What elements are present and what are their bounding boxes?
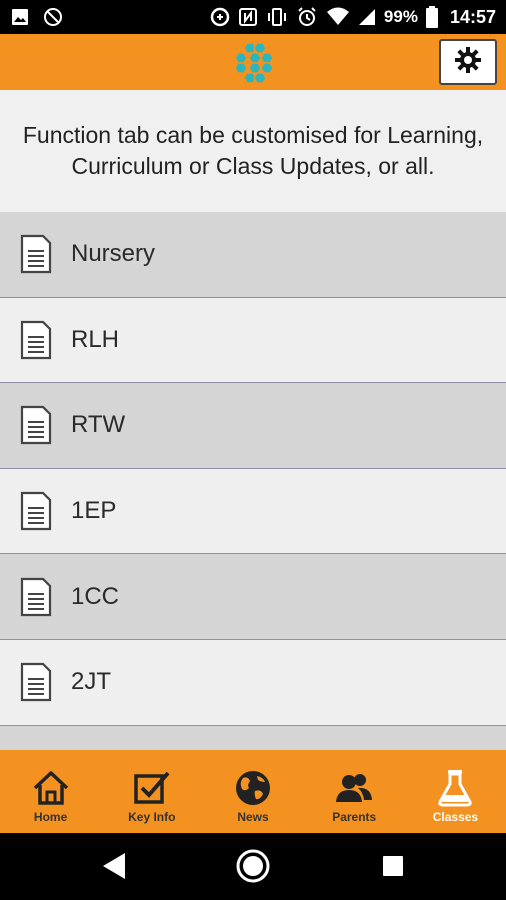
globe-icon <box>236 771 270 805</box>
data-saver-icon <box>210 7 230 27</box>
document-icon <box>19 662 53 702</box>
nav-home[interactable]: Home <box>0 750 101 833</box>
nav-key-info[interactable]: Key Info <box>101 750 202 833</box>
nav-parents[interactable]: Parents <box>304 750 405 833</box>
bottom-nav: Home Key Info News Parents Classes <box>0 750 506 833</box>
system-nav-bar <box>0 833 506 900</box>
status-bar: 99% 14:57 <box>0 0 506 34</box>
alarm-icon <box>296 6 318 28</box>
app-header <box>0 34 506 90</box>
nav-news-label: News <box>237 810 269 824</box>
people-icon <box>336 774 373 802</box>
nav-key-info-label: Key Info <box>128 810 176 824</box>
nav-parents-label: Parents <box>332 810 377 824</box>
home-circle-icon[interactable] <box>233 846 273 886</box>
list-item-label: RLH <box>71 325 120 353</box>
document-icon <box>19 320 53 360</box>
wifi-icon <box>326 7 350 27</box>
class-list: Nursery RLH RTW 1EP 1CC 2JT <box>0 212 506 750</box>
nfc-icon <box>238 7 258 27</box>
vibrate-icon <box>266 7 288 27</box>
list-item[interactable]: 1EP <box>0 468 506 555</box>
recents-icon[interactable] <box>373 846 413 886</box>
list-item-label: RTW <box>71 411 126 439</box>
list-item[interactable]: 2JT <box>0 639 506 726</box>
document-icon <box>19 491 53 531</box>
document-icon <box>19 577 53 617</box>
list-item[interactable]: RLH <box>0 297 506 384</box>
list-item[interactable]: Nursery <box>0 212 506 298</box>
home-icon <box>33 771 68 805</box>
settings-button[interactable] <box>439 39 497 85</box>
nav-home-label: Home <box>33 810 68 824</box>
list-item-label: Nursery <box>71 240 156 268</box>
list-item-label: 1EP <box>71 497 117 525</box>
info-banner: Function tab can be customised for Learn… <box>0 90 506 212</box>
gear-icon <box>454 46 482 79</box>
image-icon <box>10 7 30 27</box>
list-item[interactable] <box>0 725 506 750</box>
nav-classes-label: Classes <box>432 810 479 824</box>
nav-classes[interactable]: Classes <box>405 750 506 833</box>
info-banner-text: Function tab can be customised for Learn… <box>22 122 484 179</box>
checkbox-icon <box>134 771 170 804</box>
back-icon[interactable] <box>94 846 134 886</box>
list-item-label: 2JT <box>71 668 112 696</box>
clock: 14:57 <box>449 6 496 27</box>
list-item[interactable]: RTW <box>0 383 506 469</box>
signal-icon <box>358 8 376 26</box>
list-item[interactable]: 1CC <box>0 554 506 640</box>
nav-news[interactable]: News <box>202 750 303 833</box>
document-icon <box>19 234 53 274</box>
battery-percent: 99% <box>383 7 418 26</box>
hexagon-cluster-logo <box>230 41 278 85</box>
document-icon <box>19 405 53 445</box>
flask-icon <box>438 770 473 807</box>
rotation-lock-icon <box>42 6 64 28</box>
battery-icon <box>425 6 438 28</box>
list-item-label: 1CC <box>71 582 120 610</box>
